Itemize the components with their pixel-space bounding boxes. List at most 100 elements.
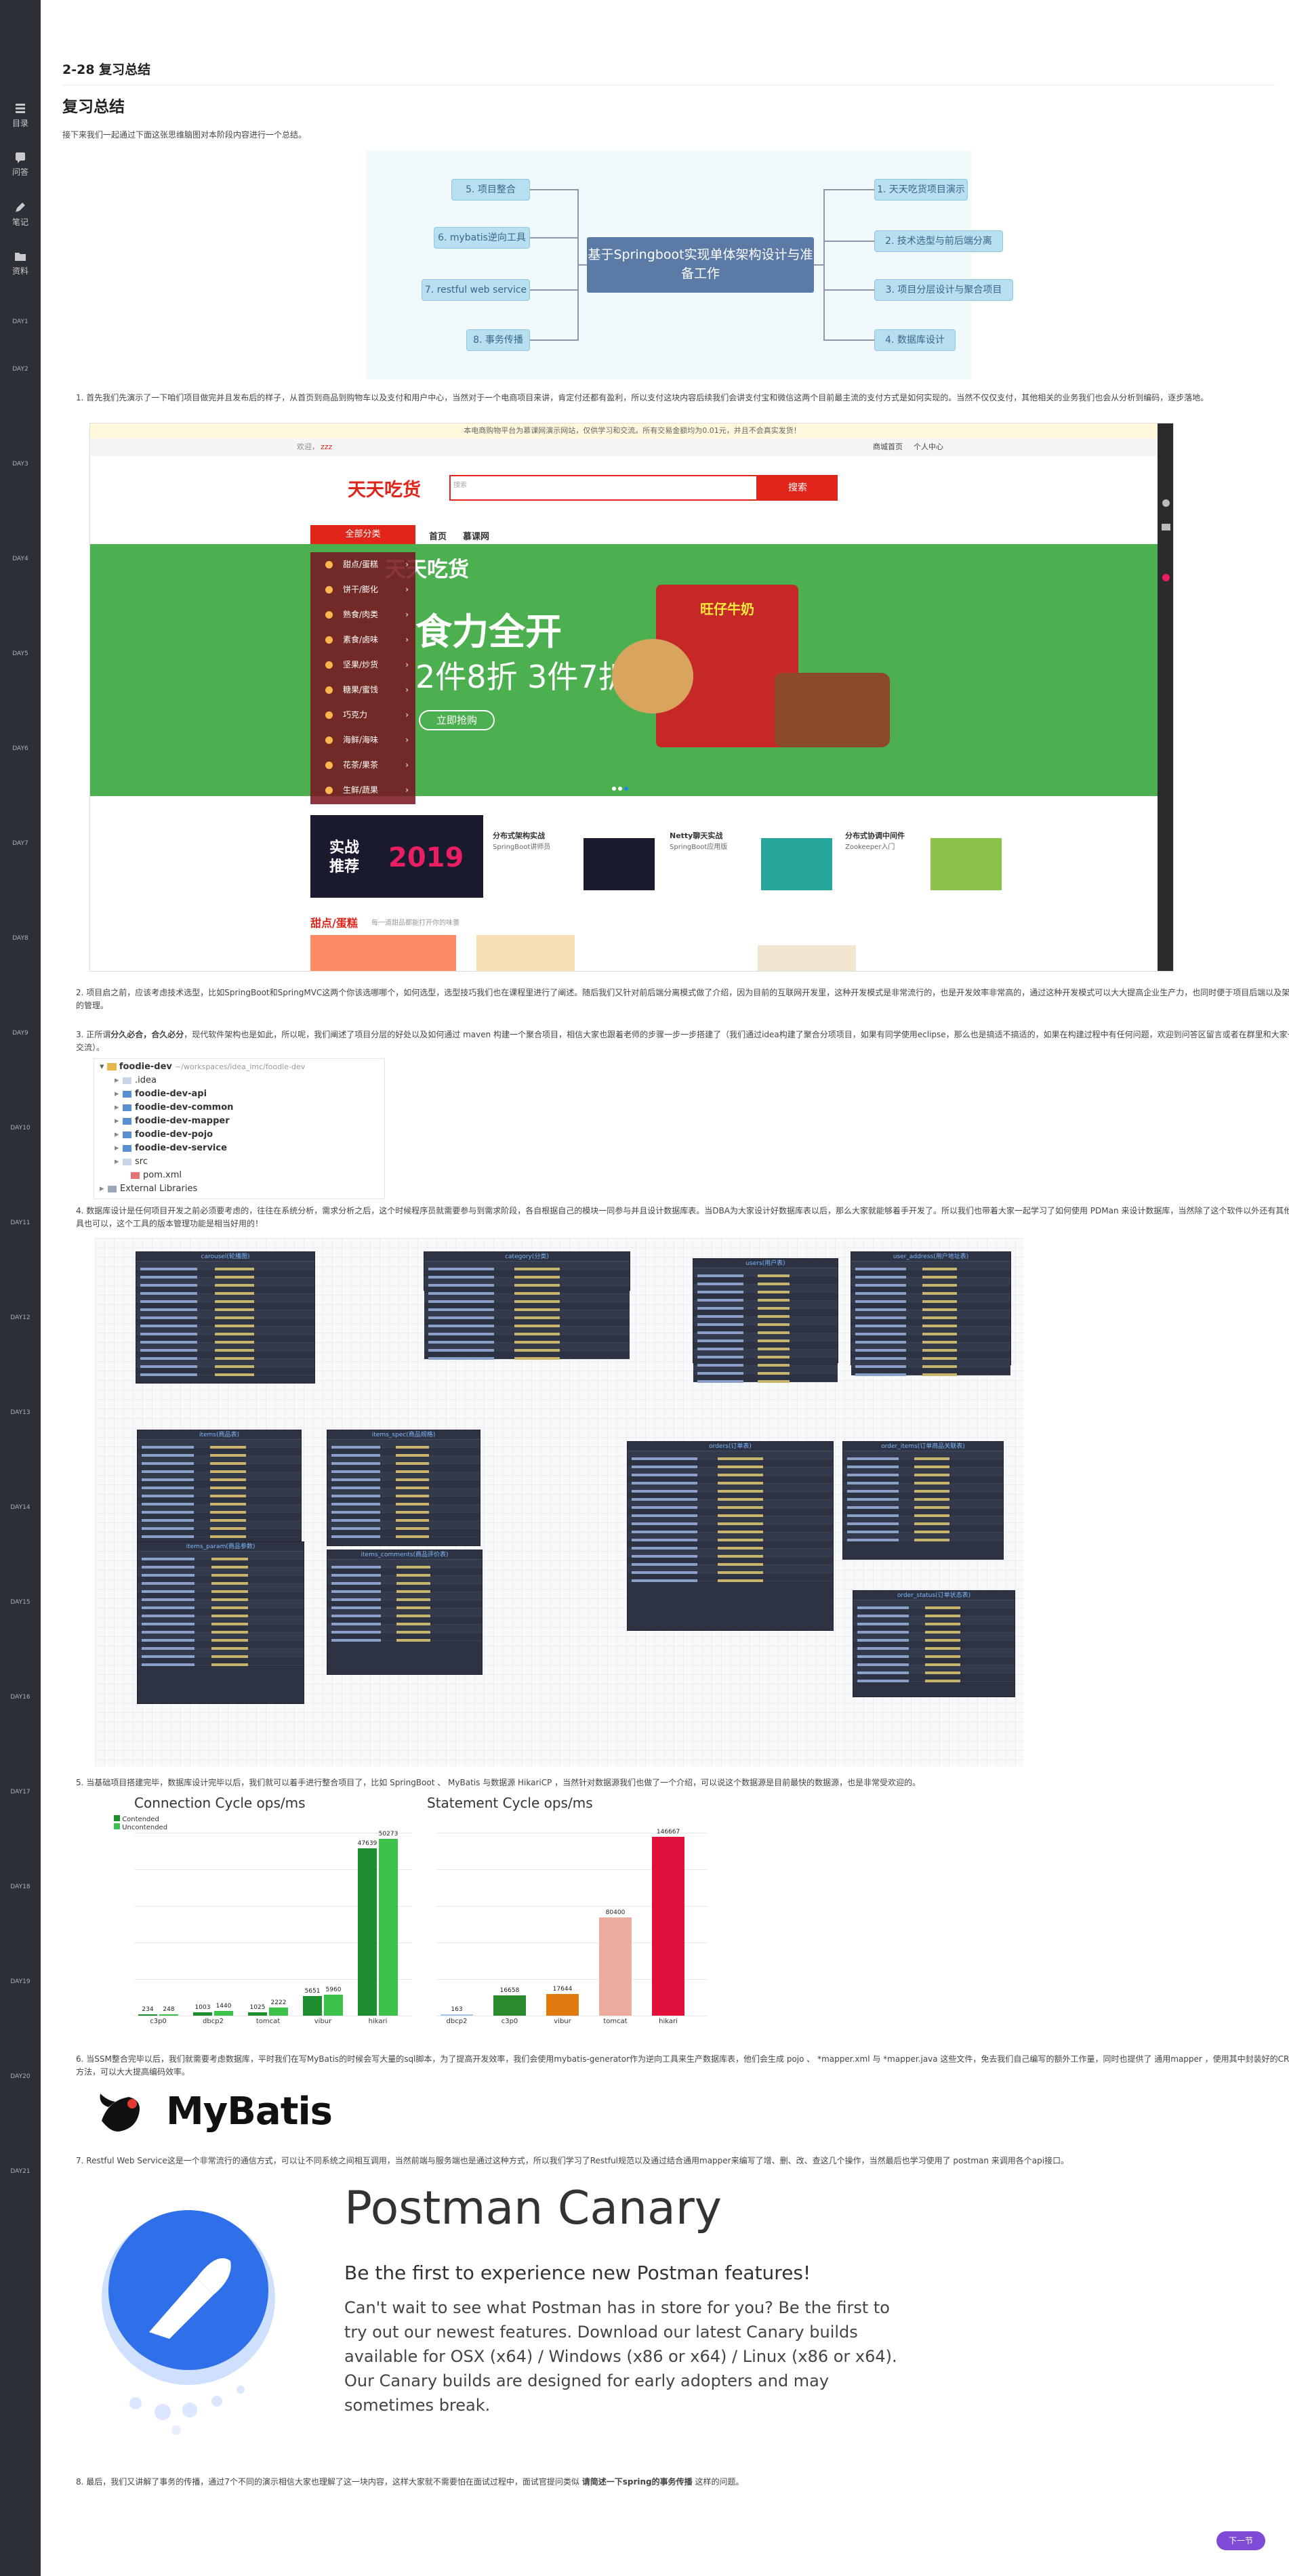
sidebar-day-item[interactable]: DAY13 (0, 1409, 41, 1416)
banner-headline: 食力全开 (415, 610, 562, 653)
course-thumbnail[interactable] (761, 838, 832, 890)
nav-home[interactable]: 首页 (429, 529, 447, 542)
course-sub: SpringBoot讲师员 (493, 844, 551, 851)
user-icon[interactable] (1162, 499, 1170, 507)
tree-item[interactable]: ▸ .idea (115, 1074, 157, 1087)
search-input[interactable]: 搜索 (449, 475, 758, 501)
category-item[interactable]: 素食/卤味 › (310, 627, 415, 652)
db-table-card[interactable]: orders(订单表) (627, 1441, 834, 1631)
tree-item[interactable]: ▸ External Libraries (100, 1182, 197, 1195)
sidebar-day-item[interactable]: DAY19 (0, 1978, 41, 1985)
tree-item[interactable]: ▸ src (115, 1155, 148, 1168)
chart-data-label: 1440 (216, 2002, 232, 2010)
sidebar-day-item[interactable]: DAY16 (0, 1694, 41, 1701)
sidebar-item-catalog[interactable]: 目录 (0, 102, 41, 129)
sidebar-day-item[interactable]: DAY1 (0, 318, 41, 325)
tree-item[interactable]: ▸ foodie-dev-mapper (115, 1115, 230, 1127)
category-item[interactable]: 坚果/炒货 › (310, 652, 415, 678)
db-table-title: items_param(商品参数) (138, 1542, 304, 1552)
db-table-card[interactable]: items_spec(商品规格) (327, 1430, 480, 1546)
chart-title: Statement Cycle ops/ms (427, 1795, 593, 1811)
cart-icon[interactable] (1162, 524, 1170, 531)
sidebar-day-item[interactable]: DAY15 (0, 1599, 41, 1606)
category-item[interactable]: 花茶/果茶 › (310, 753, 415, 778)
sidebar-day-item[interactable]: DAY3 (0, 461, 41, 468)
sidebar-day-item[interactable]: DAY14 (0, 1504, 41, 1511)
intro-text: 接下来我们一起通过下面这张思维脑图对本阶段内容进行一个总结。 (62, 130, 307, 140)
sidebar-day-item[interactable]: DAY17 (0, 1789, 41, 1795)
sidebar-item-notes[interactable]: 笔记 (0, 201, 41, 228)
product-image[interactable] (476, 935, 575, 971)
chevron-right-icon: › (405, 760, 409, 770)
sidebar-day-item[interactable]: DAY9 (0, 1030, 41, 1037)
main-content: 2-28 复习总结 复习总结 接下来我们一起通过下面这张思维脑图对本阶段内容进行… (41, 0, 1289, 2576)
db-table-card[interactable]: users(用户表) (693, 1258, 838, 1383)
sidebar-day-item[interactable]: DAY21 (0, 2168, 41, 2175)
banner-subline: 2件8折 3件7折 (415, 659, 630, 695)
user-center-link[interactable]: 个人中心 (914, 438, 943, 456)
category-item[interactable]: 饼干/膨化 › (310, 577, 415, 602)
chart-tick-label: tomcat (255, 2018, 281, 2025)
category-icon (325, 762, 333, 769)
category-label: 熟食/肉类 (343, 610, 379, 619)
db-table-card[interactable]: carousel(轮播图) (136, 1251, 315, 1384)
next-lesson-button[interactable]: 下一节 (1216, 2531, 1265, 2550)
banner[interactable]: 天天吃货 食力全开 2件8折 3件7折 立即抢购 旺仔牛奶 (90, 544, 1158, 796)
username-link[interactable]: zzz (321, 438, 332, 456)
sidebar-day-item[interactable]: DAY10 (0, 1125, 41, 1131)
db-table-card[interactable]: category(分类) (424, 1251, 630, 1360)
sidebar-day-item[interactable]: DAY4 (0, 556, 41, 562)
category-item[interactable]: 糖果/蜜饯 › (310, 678, 415, 703)
db-table-card[interactable]: order_items(订单商品关联表) (842, 1441, 1004, 1560)
tree-item[interactable]: ▸ foodie-dev-pojo (115, 1128, 213, 1141)
sidebar-day-item[interactable]: DAY18 (0, 1884, 41, 1890)
mindmap-node: 5. 项目整合 (451, 179, 530, 201)
category-item[interactable]: 甜点/蛋糕 › (310, 552, 415, 577)
category-item[interactable]: 熟食/肉类 › (310, 602, 415, 627)
tree-item[interactable]: ▸ foodie-dev-api (115, 1087, 207, 1100)
product-image[interactable] (310, 935, 456, 971)
category-item[interactable]: 海鲜/海味 › (310, 728, 415, 753)
category-item[interactable]: 生鲜/蔬果 › (310, 778, 415, 803)
course-thumbnail[interactable] (930, 838, 1002, 890)
db-table-card[interactable]: user_address(用户地址表) (851, 1251, 1011, 1376)
sidebar-day-item[interactable]: DAY11 (0, 1220, 41, 1226)
shop-logo[interactable]: 天天吃货 (348, 475, 421, 501)
chart-tick-label: vibur (554, 2018, 571, 2025)
sidebar-day-item[interactable]: DAY7 (0, 840, 41, 847)
course-title[interactable]: Netty聊天实战 (670, 830, 722, 841)
db-table-card[interactable]: items_comments(商品评价表) (327, 1550, 483, 1675)
mindmap: 基于Springboot实现单体架构设计与准备工作 5. 项目整合 6. myb… (366, 150, 1013, 379)
tree-item[interactable]: ▸ foodie-dev-service (115, 1142, 227, 1155)
db-table-card[interactable]: items(商品表) (137, 1430, 302, 1546)
sidebar-day-item[interactable]: DAY12 (0, 1314, 41, 1321)
sidebar-day-item[interactable]: DAY20 (0, 2073, 41, 2080)
sidebar-day-item[interactable]: DAY5 (0, 650, 41, 657)
nav-all-categories[interactable]: 全部分类 (310, 525, 415, 544)
course-thumbnail[interactable] (584, 838, 655, 890)
sidebar-day-item[interactable]: DAY2 (0, 366, 41, 373)
sidebar-day-item[interactable]: DAY6 (0, 745, 41, 752)
db-table-card[interactable]: order_status(订单状态表) (853, 1590, 1015, 1697)
sidebar: 目录 问答 笔记 资料 DAY1 DAY2 DAY3 DAY4 DAY5 DAY6 DAY7… (0, 0, 41, 2576)
search-button[interactable]: 搜索 (758, 475, 838, 501)
tree-item[interactable]: pom.xml (123, 1169, 182, 1182)
promo-tag: 实战推荐 (329, 839, 360, 875)
product-image[interactable] (758, 945, 856, 971)
home-link[interactable]: 商城首页 (873, 438, 903, 456)
banner-buy-button[interactable]: 立即抢购 (419, 710, 495, 730)
category-item[interactable]: 巧克力 › (310, 703, 415, 728)
course-title[interactable]: 分布式架构实战 (493, 830, 545, 841)
sidebar-day-item[interactable]: DAY8 (0, 935, 41, 942)
nav-imooc[interactable]: 慕课网 (463, 529, 489, 542)
tree-item[interactable]: ▸ foodie-dev-common (115, 1101, 233, 1114)
carousel-dots[interactable] (612, 781, 634, 791)
course-title[interactable]: 分布式协调中间件 (845, 830, 905, 841)
db-table-card[interactable]: items_param(商品参数) (137, 1541, 304, 1704)
tree-root[interactable]: ▾ foodie-dev ~/workspaces/idea_imc/foodi… (100, 1060, 305, 1073)
sidebar-item-materials[interactable]: 资料 (0, 249, 41, 276)
chevron-right-icon: › (405, 610, 409, 619)
promo-banner[interactable]: 实战推荐 2019 (310, 815, 483, 898)
chart-tick-label: hikari (368, 2018, 388, 2025)
sidebar-item-qa[interactable]: 问答 (0, 150, 41, 178)
